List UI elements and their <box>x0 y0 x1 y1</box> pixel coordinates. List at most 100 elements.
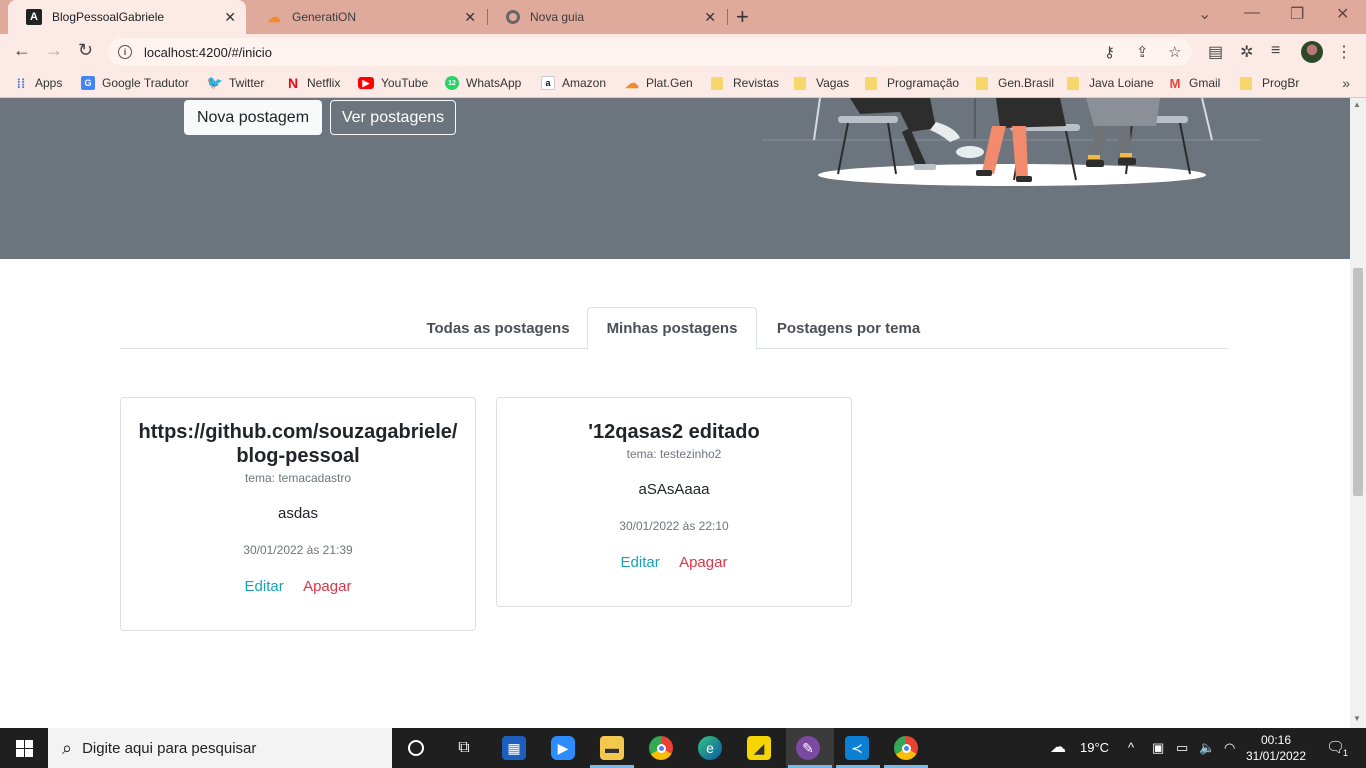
bookmarks-bar: ⁞⁞ Apps G Google Tradutor 🐦 Twitter N Ne… <box>0 70 1366 98</box>
delete-link[interactable]: Apagar <box>303 578 351 595</box>
tab-search-icon[interactable]: ⌄ <box>1198 4 1211 24</box>
kebab-menu-icon[interactable]: ⋮ <box>1336 42 1352 62</box>
bookmark-label: Gen.Brasil <box>998 76 1055 90</box>
file-explorer-icon[interactable]: ▬ <box>600 736 624 760</box>
chrome-icon[interactable] <box>894 736 918 760</box>
bookmark-label: Amazon <box>562 76 607 90</box>
bookmark-youtube[interactable]: ▶ YouTube <box>358 76 428 90</box>
close-icon[interactable]: ✕ <box>464 9 476 26</box>
delete-link[interactable]: Apagar <box>679 554 727 571</box>
view-posts-button[interactable]: Ver postagens <box>330 100 456 135</box>
new-tab-button[interactable]: + <box>736 4 749 30</box>
tab-title: GeneratiON <box>292 10 357 24</box>
taskbar-search[interactable]: ⌕ Digite aqui para pesquisar <box>48 728 392 768</box>
bookmark-vagas[interactable]: Vagas <box>794 76 849 90</box>
chevron-up-icon[interactable]: ^ <box>1128 740 1134 755</box>
windows-start-icon[interactable] <box>16 740 33 757</box>
minimize-button[interactable]: — <box>1244 4 1260 22</box>
posts-tabs: Todas as postagens Minhas postagens Post… <box>120 307 1229 350</box>
edit-link[interactable]: Editar <box>245 578 284 595</box>
scrollbar-thumb[interactable] <box>1353 268 1363 496</box>
close-icon[interactable]: ✕ <box>224 9 236 26</box>
store-icon[interactable]: ▦ <box>502 736 526 760</box>
bookmark-revistas[interactable]: Revistas <box>711 76 779 90</box>
gmail-icon: M <box>1169 75 1181 91</box>
scroll-up-icon[interactable]: ▲ <box>1353 100 1361 109</box>
post-text: aSAsAaaa <box>638 481 710 498</box>
tab-nova-guia[interactable]: Nova guia ✕ <box>488 0 726 34</box>
bookmark-programacao[interactable]: Programação <box>865 76 959 90</box>
tab-postagens-por-tema[interactable]: Postagens por tema <box>757 307 940 349</box>
bookmark-apps[interactable]: ⁞⁞ Apps <box>14 76 63 91</box>
star-icon[interactable]: ☆ <box>1168 43 1181 61</box>
close-window-button[interactable]: ✕ <box>1336 4 1349 24</box>
battery-icon[interactable]: ▭ <box>1176 740 1188 756</box>
back-arrow-icon[interactable]: ← <box>13 40 31 61</box>
whatsapp-icon: 12 <box>445 76 459 90</box>
bookmark-plat-gen[interactable]: ☁ Plat.Gen <box>625 74 693 91</box>
tab-generation[interactable]: ☁ GeneratiON ✕ <box>248 0 486 34</box>
vscode-icon[interactable]: ≺ <box>845 736 869 760</box>
edge-icon[interactable]: e <box>698 736 722 760</box>
cortana-icon[interactable] <box>404 736 428 760</box>
wifi-icon[interactable]: ◠ <box>1224 740 1235 756</box>
taskbar-clock[interactable]: 00:16 31/01/2022 <box>1244 732 1308 764</box>
puzzle-icon[interactable]: ✲ <box>1240 42 1253 62</box>
tab-title: BlogPessoalGabriele <box>52 10 165 24</box>
youtube-icon: ▶ <box>358 77 374 89</box>
folder-icon <box>865 76 877 90</box>
task-view-icon[interactable]: ⧉ <box>452 736 476 760</box>
post-title: https://github.com/souzagabriele/blog-pe… <box>138 421 458 467</box>
restore-button[interactable]: ❐ <box>1290 4 1304 24</box>
reading-list-icon[interactable]: ≡ <box>1271 42 1280 60</box>
notifications-count: 1 <box>1343 748 1349 758</box>
sticky-notes-icon[interactable]: ◢ <box>747 736 771 760</box>
post-theme: tema: temacadastro <box>244 471 352 485</box>
key-icon[interactable]: ⚷ <box>1104 43 1115 61</box>
avatar[interactable] <box>1301 41 1323 63</box>
postman-icon[interactable]: ✎ <box>796 736 820 760</box>
device-icon[interactable]: ▣ <box>1152 740 1164 756</box>
meeting-illustration <box>762 98 1260 186</box>
reload-icon[interactable]: ↻ <box>78 40 93 61</box>
bookmark-netflix[interactable]: N Netflix <box>286 75 340 91</box>
extension-cast-icon[interactable]: ▤ <box>1208 42 1223 62</box>
page-scrollbar[interactable]: ▲ ▼ <box>1350 98 1366 728</box>
bookmarks-more-icon[interactable]: » <box>1342 75 1350 91</box>
tab-todas-postagens[interactable]: Todas as postagens <box>409 307 587 349</box>
bookmark-label: Revistas <box>733 76 780 90</box>
zoom-icon[interactable]: ▶ <box>551 736 575 760</box>
new-post-button[interactable]: Nova postagem <box>184 100 322 135</box>
bookmark-progbr[interactable]: ProgBr <box>1240 76 1299 90</box>
close-icon[interactable]: ✕ <box>704 9 716 26</box>
folder-icon <box>976 76 988 90</box>
scroll-down-icon[interactable]: ▼ <box>1353 714 1361 723</box>
info-icon[interactable]: i <box>118 45 132 59</box>
bookmark-label: YouTube <box>381 76 429 90</box>
forward-arrow-icon[interactable]: → <box>45 40 63 61</box>
bookmark-google-tradutor[interactable]: G Google Tradutor <box>81 76 189 90</box>
bookmark-amazon[interactable]: a Amazon <box>541 76 606 90</box>
post-date: 30/01/2022 às 22:10 <box>619 519 729 533</box>
cloud-icon: ☁ <box>625 74 639 91</box>
windows-taskbar: ⌕ Digite aqui para pesquisar ⧉ ▦ ▶ ▬ e ◢… <box>0 728 1366 768</box>
folder-icon <box>711 76 723 90</box>
tab-blogpessoal[interactable]: A BlogPessoalGabriele ✕ <box>8 0 246 34</box>
bookmark-gen-brasil[interactable]: Gen.Brasil <box>976 76 1054 90</box>
weather-temperature[interactable]: 19°C <box>1080 740 1109 755</box>
bookmark-twitter[interactable]: 🐦 Twitter <box>207 75 264 90</box>
bookmark-whatsapp[interactable]: 12 WhatsApp <box>445 76 521 90</box>
volume-icon[interactable]: 🔈 <box>1199 740 1215 756</box>
address-bar-url[interactable]: localhost:4200/#/inicio <box>144 45 272 60</box>
chrome-icon[interactable] <box>649 736 673 760</box>
angular-icon: A <box>26 9 42 25</box>
clock-date: 31/01/2022 <box>1245 749 1307 763</box>
weather-cloud-icon[interactable]: ☁ <box>1050 737 1066 757</box>
tab-minhas-postagens[interactable]: Minhas postagens <box>587 307 757 350</box>
edit-link[interactable]: Editar <box>621 554 660 571</box>
post-date: 30/01/2022 às 21:39 <box>243 543 353 557</box>
address-bar[interactable]: i localhost:4200/#/inicio <box>108 38 1192 66</box>
bookmark-gmail[interactable]: M Gmail <box>1168 75 1221 91</box>
share-icon[interactable]: ⇪ <box>1136 43 1149 61</box>
bookmark-java-loiane[interactable]: Java Loiane <box>1067 76 1154 90</box>
